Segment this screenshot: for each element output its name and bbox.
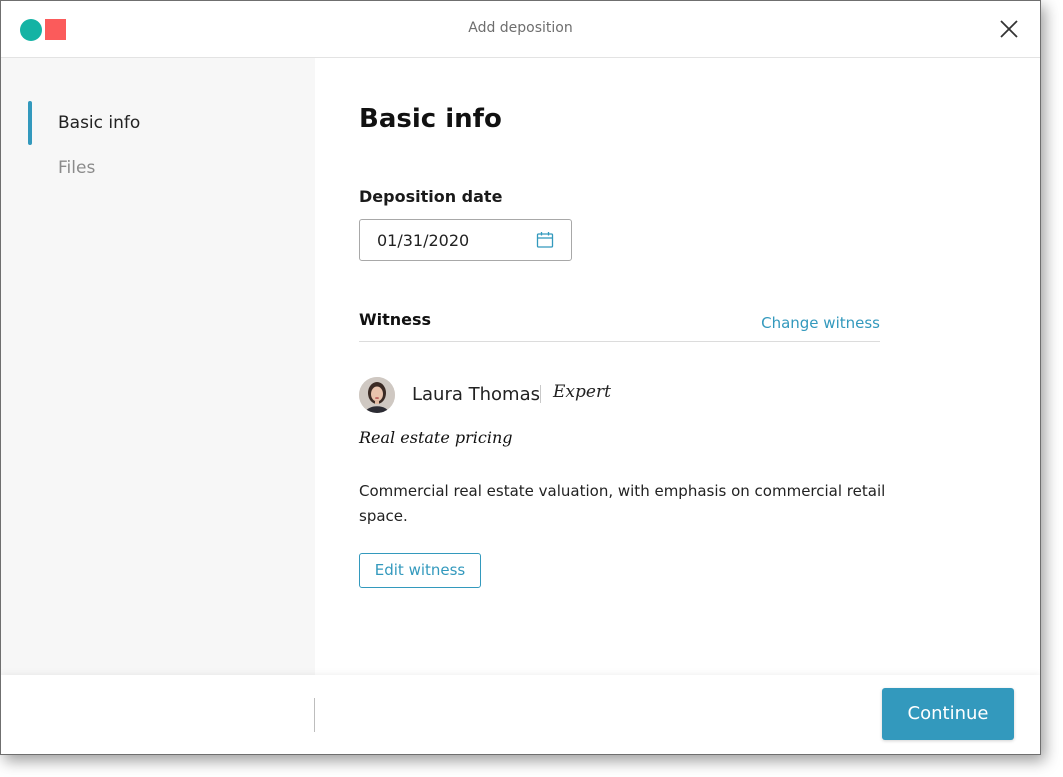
deposition-date-value: 01/31/2020 <box>377 231 470 250</box>
sidebar-item-label: Basic info <box>58 113 141 133</box>
change-witness-link[interactable]: Change witness <box>761 314 880 332</box>
witness-type: Expert <box>553 382 611 402</box>
witness-specialty: Real estate pricing <box>359 428 513 447</box>
avatar <box>359 377 395 413</box>
sidebar-item-label: Files <box>58 158 96 178</box>
deposition-date-input[interactable]: 01/31/2020 <box>359 219 572 261</box>
close-icon[interactable] <box>998 18 1020 40</box>
witness-description: Commercial real estate valuation, with e… <box>359 482 886 525</box>
calendar-icon[interactable] <box>536 231 554 249</box>
divider <box>540 385 541 403</box>
main-content: Basic info Deposition date 01/31/2020 Wi… <box>315 58 1040 675</box>
witness-info: Laura Thomas Expert <box>359 377 880 413</box>
witness-section-header: Witness Change witness <box>359 308 880 342</box>
edit-witness-button[interactable]: Edit witness <box>359 553 481 588</box>
witness-name: Laura Thomas <box>412 384 540 405</box>
continue-button[interactable]: Continue <box>882 688 1014 740</box>
add-deposition-dialog: Add deposition Basic info Files Basic in… <box>0 0 1041 755</box>
witness-section-title: Witness <box>359 310 432 329</box>
sidebar-item-files[interactable]: Files <box>28 146 288 190</box>
sidebar-item-basic-info[interactable]: Basic info <box>28 101 288 145</box>
deposition-date-label: Deposition date <box>359 187 503 206</box>
active-indicator <box>28 101 32 145</box>
dialog-title: Add deposition <box>468 20 573 36</box>
dialog-header: Add deposition <box>1 1 1040 58</box>
divider <box>314 698 315 732</box>
sidebar-nav: Basic info Files <box>1 58 315 675</box>
page-title: Basic info <box>359 104 502 134</box>
dialog-footer: Continue <box>1 675 1040 754</box>
